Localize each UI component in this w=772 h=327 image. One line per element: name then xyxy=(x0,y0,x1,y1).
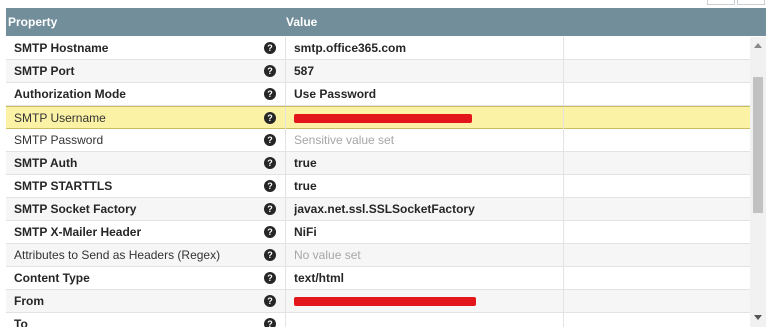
help-icon[interactable]: ? xyxy=(264,226,276,238)
help-icon[interactable]: ? xyxy=(264,157,276,169)
property-name: SMTP Password xyxy=(14,133,104,147)
property-value[interactable]: Use Password xyxy=(294,83,556,105)
column-divider xyxy=(285,129,286,151)
help-icon[interactable]: ? xyxy=(264,295,276,307)
property-name: SMTP STARTTLS xyxy=(14,179,113,193)
table-body: SMTP Hostname? smtp.office365.com SMTP Por… xyxy=(6,37,750,327)
table-row[interactable]: SMTP Port? 587 xyxy=(6,60,750,83)
table-row[interactable]: SMTP STARTTLS? true xyxy=(6,175,750,198)
table-row[interactable]: SMTP X-Mailer Header? NiFi xyxy=(6,221,750,244)
column-divider xyxy=(285,152,286,174)
property-name: SMTP Username xyxy=(14,111,106,125)
scroll-down-icon[interactable] xyxy=(754,315,762,320)
column-divider xyxy=(563,198,564,220)
help-icon[interactable]: ? xyxy=(264,88,276,100)
column-divider xyxy=(285,267,286,289)
property-name: To xyxy=(14,317,28,327)
property-name: Authorization Mode xyxy=(14,87,126,101)
table-row[interactable]: SMTP Socket Factory? javax.net.ssl.SSLSoc… xyxy=(6,198,750,221)
vertical-scrollbar[interactable] xyxy=(750,37,766,327)
property-value[interactable]: javax.net.ssl.SSLSocketFactory xyxy=(294,198,556,220)
property-name: Content Type xyxy=(14,271,90,285)
property-value[interactable] xyxy=(294,290,556,312)
column-divider xyxy=(563,244,564,266)
column-divider xyxy=(563,129,564,151)
column-divider xyxy=(285,244,286,266)
column-divider xyxy=(563,221,564,243)
column-divider xyxy=(563,152,564,174)
help-icon[interactable]: ? xyxy=(264,134,276,146)
table-header: Property Value xyxy=(6,8,766,36)
property-value[interactable]: smtp.office365.com xyxy=(294,37,556,59)
scrollbar-thumb[interactable] xyxy=(753,77,763,213)
column-divider xyxy=(285,221,286,243)
property-value[interactable]: NiFi xyxy=(294,221,556,243)
property-value[interactable]: true xyxy=(294,152,556,174)
help-icon[interactable]: ? xyxy=(264,249,276,261)
column-divider xyxy=(563,313,564,327)
property-value[interactable]: Sensitive value set xyxy=(294,129,556,151)
help-icon[interactable]: ? xyxy=(264,42,276,54)
help-icon[interactable]: ? xyxy=(264,112,276,124)
table-row[interactable]: Attributes to Send as Headers (Regex)? No… xyxy=(6,244,750,267)
table-row[interactable]: SMTP Auth? true xyxy=(6,152,750,175)
property-name: Attributes to Send as Headers (Regex) xyxy=(14,248,221,262)
table-row[interactable]: Content Type? text/html xyxy=(6,267,750,290)
column-divider xyxy=(285,60,286,82)
column-divider xyxy=(563,107,564,129)
column-divider xyxy=(285,37,286,59)
property-name: From xyxy=(14,294,44,308)
table-row[interactable]: To? xyxy=(6,313,750,327)
column-divider xyxy=(285,83,286,105)
help-icon[interactable]: ? xyxy=(264,318,276,327)
table-row[interactable]: From? xyxy=(6,290,750,313)
column-divider xyxy=(285,198,286,220)
property-value[interactable]: true xyxy=(294,175,556,197)
property-value[interactable] xyxy=(294,313,556,327)
properties-table: Property Value SMTP Hostname? smtp.office… xyxy=(6,8,766,327)
column-divider xyxy=(563,37,564,59)
property-value[interactable] xyxy=(294,107,556,129)
property-value[interactable]: No value set xyxy=(294,244,556,266)
redaction-mark xyxy=(294,114,472,124)
column-divider xyxy=(563,83,564,105)
help-icon[interactable]: ? xyxy=(264,203,276,215)
redaction-mark xyxy=(294,297,476,307)
column-divider xyxy=(285,313,286,327)
column-header-property[interactable]: Property xyxy=(8,15,57,29)
property-value[interactable]: 587 xyxy=(294,60,556,82)
toolbar-button[interactable] xyxy=(707,0,735,5)
column-divider xyxy=(285,175,286,197)
property-name: SMTP Hostname xyxy=(14,41,109,55)
help-icon[interactable]: ? xyxy=(264,65,276,77)
table-row[interactable]: SMTP Username? xyxy=(6,106,750,129)
table-row[interactable]: Authorization Mode? Use Password xyxy=(6,83,750,106)
scroll-up-icon[interactable] xyxy=(754,43,762,48)
column-divider xyxy=(285,107,286,129)
property-name: SMTP Port xyxy=(14,64,75,78)
table-row[interactable]: SMTP Hostname? smtp.office365.com xyxy=(6,37,750,60)
property-name: SMTP Socket Factory xyxy=(14,202,137,216)
column-header-value[interactable]: Value xyxy=(286,15,317,29)
column-divider xyxy=(285,290,286,312)
column-divider xyxy=(563,60,564,82)
help-icon[interactable]: ? xyxy=(264,180,276,192)
table-row[interactable]: SMTP Password? Sensitive value set xyxy=(6,129,750,152)
toolbar-strip xyxy=(0,0,772,8)
property-name: SMTP X-Mailer Header xyxy=(14,225,142,239)
column-divider xyxy=(563,175,564,197)
help-icon[interactable]: ? xyxy=(264,272,276,284)
property-name: SMTP Auth xyxy=(14,156,78,170)
toolbar-button[interactable] xyxy=(737,0,765,5)
column-divider xyxy=(563,267,564,289)
column-divider xyxy=(563,290,564,312)
property-value[interactable]: text/html xyxy=(294,267,556,289)
